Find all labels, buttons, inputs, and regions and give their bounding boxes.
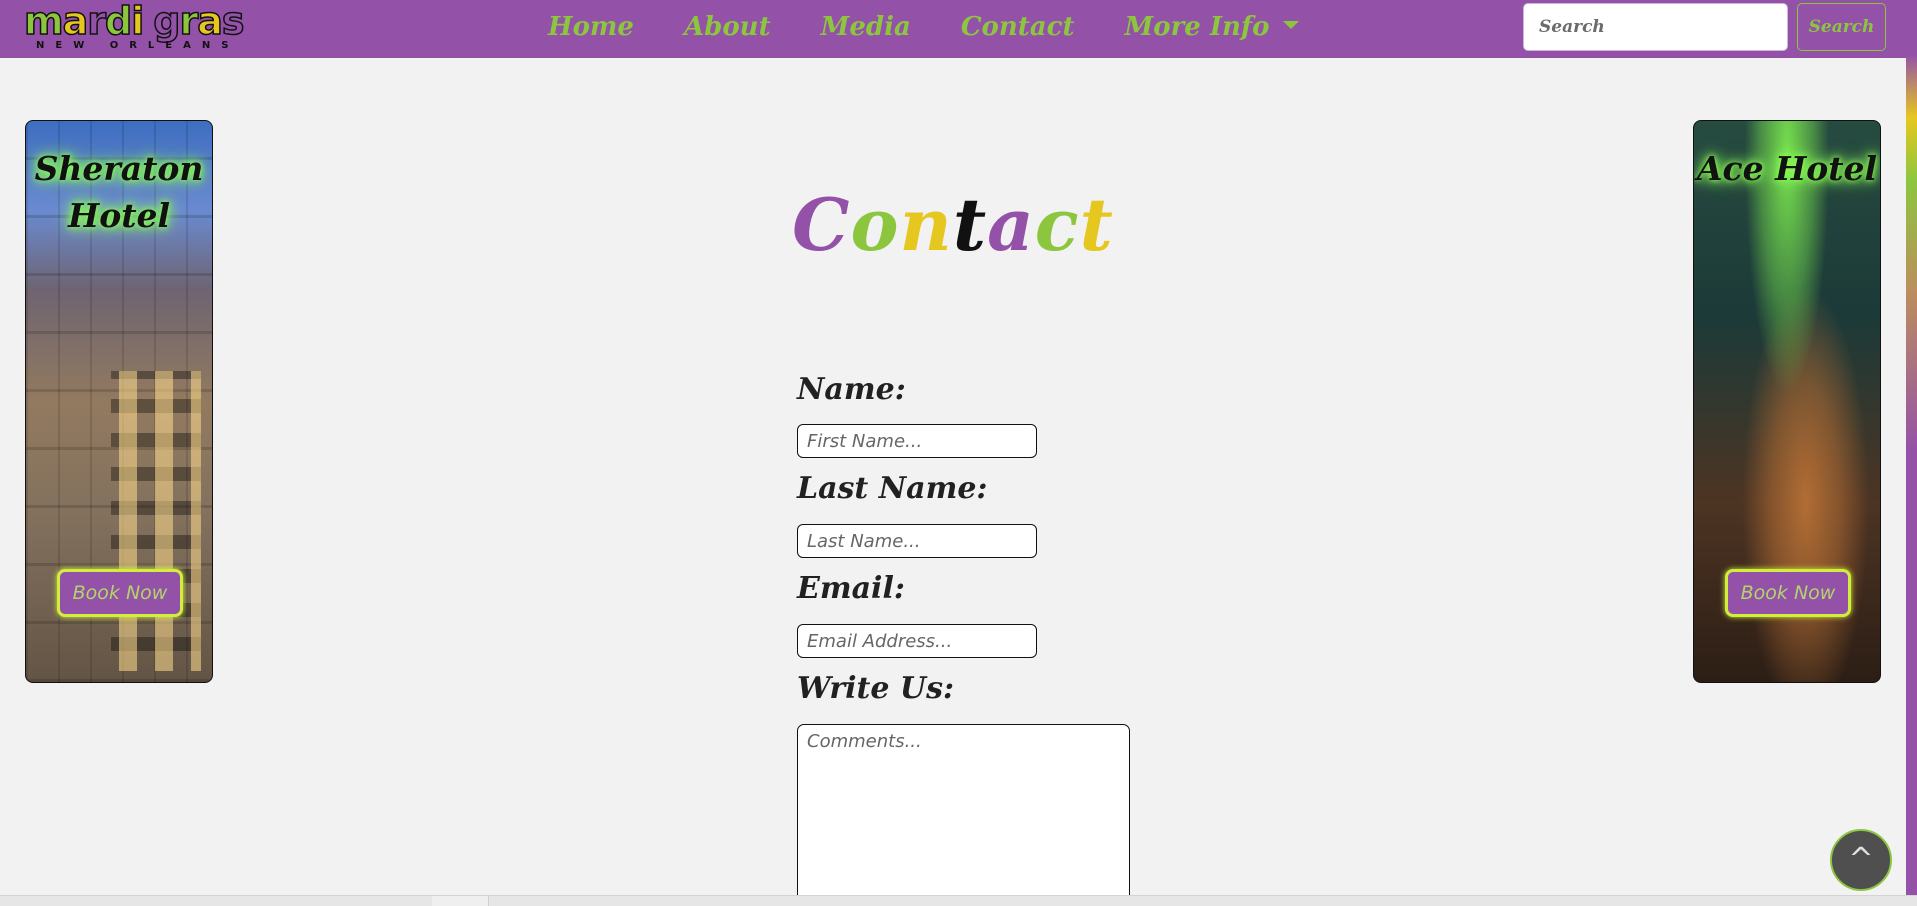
- mardi-gras-logo[interactable]: mardi gras NEW ORLEANS: [23, 0, 245, 54]
- logo-letter: s: [221, 0, 245, 43]
- logo-letter: i: [130, 0, 145, 43]
- nav-links: Home About Media Contact More Info: [548, 0, 1300, 54]
- email-field[interactable]: [797, 624, 1037, 658]
- name-label: Name:: [797, 372, 906, 407]
- logo-letter: r: [87, 0, 107, 43]
- search-button[interactable]: Search: [1797, 3, 1886, 51]
- logo-letter: r: [179, 0, 199, 43]
- logo-wordmark: mardi gras: [23, 0, 245, 43]
- caret-down-icon: [1283, 21, 1300, 29]
- strip-segment: [432, 896, 489, 906]
- logo-letter: d: [104, 0, 133, 43]
- nav-link-about[interactable]: About: [684, 12, 771, 42]
- page-title: Contact: [0, 180, 1906, 270]
- logo-subtitle: NEW ORLEANS: [36, 40, 240, 51]
- nav-link-contact[interactable]: Contact: [961, 12, 1075, 42]
- hotel-building-image: [111, 371, 201, 671]
- nav-link-home[interactable]: Home: [548, 12, 634, 42]
- search-input[interactable]: [1523, 3, 1788, 51]
- title-letter: c: [1034, 182, 1080, 267]
- comments-field[interactable]: [797, 724, 1130, 906]
- bottom-scroll-strip: [0, 895, 1917, 906]
- title-letter: a: [987, 182, 1035, 267]
- logo-letter: a: [62, 0, 89, 43]
- title-letter: n: [899, 182, 953, 267]
- first-name-field[interactable]: [797, 424, 1037, 458]
- last-name-field[interactable]: [797, 524, 1037, 558]
- nav-dropdown-more-info[interactable]: More Info: [1124, 12, 1300, 42]
- email-label: Email:: [797, 571, 905, 606]
- title-letter: t: [1079, 182, 1114, 267]
- logo-letter: g: [152, 0, 181, 43]
- nav-dropdown-label: More Info: [1124, 12, 1270, 42]
- back-to-top-button[interactable]: ^: [1830, 829, 1892, 891]
- book-now-button-ace[interactable]: Book Now: [1725, 569, 1851, 617]
- logo-letter: m: [23, 0, 64, 43]
- logo-letter: a: [196, 0, 223, 43]
- title-letter: o: [850, 182, 900, 267]
- title-letter: C: [792, 182, 851, 267]
- nav-link-media[interactable]: Media: [821, 12, 911, 42]
- title-letter: t: [952, 182, 988, 267]
- page-scrollbar[interactable]: [1906, 0, 1917, 906]
- write-us-label: Write Us:: [797, 671, 955, 706]
- book-now-button-sheraton[interactable]: Book Now: [57, 569, 183, 617]
- last-name-label: Last Name:: [797, 471, 988, 506]
- top-navbar: mardi gras NEW ORLEANS Home About Media …: [0, 0, 1906, 58]
